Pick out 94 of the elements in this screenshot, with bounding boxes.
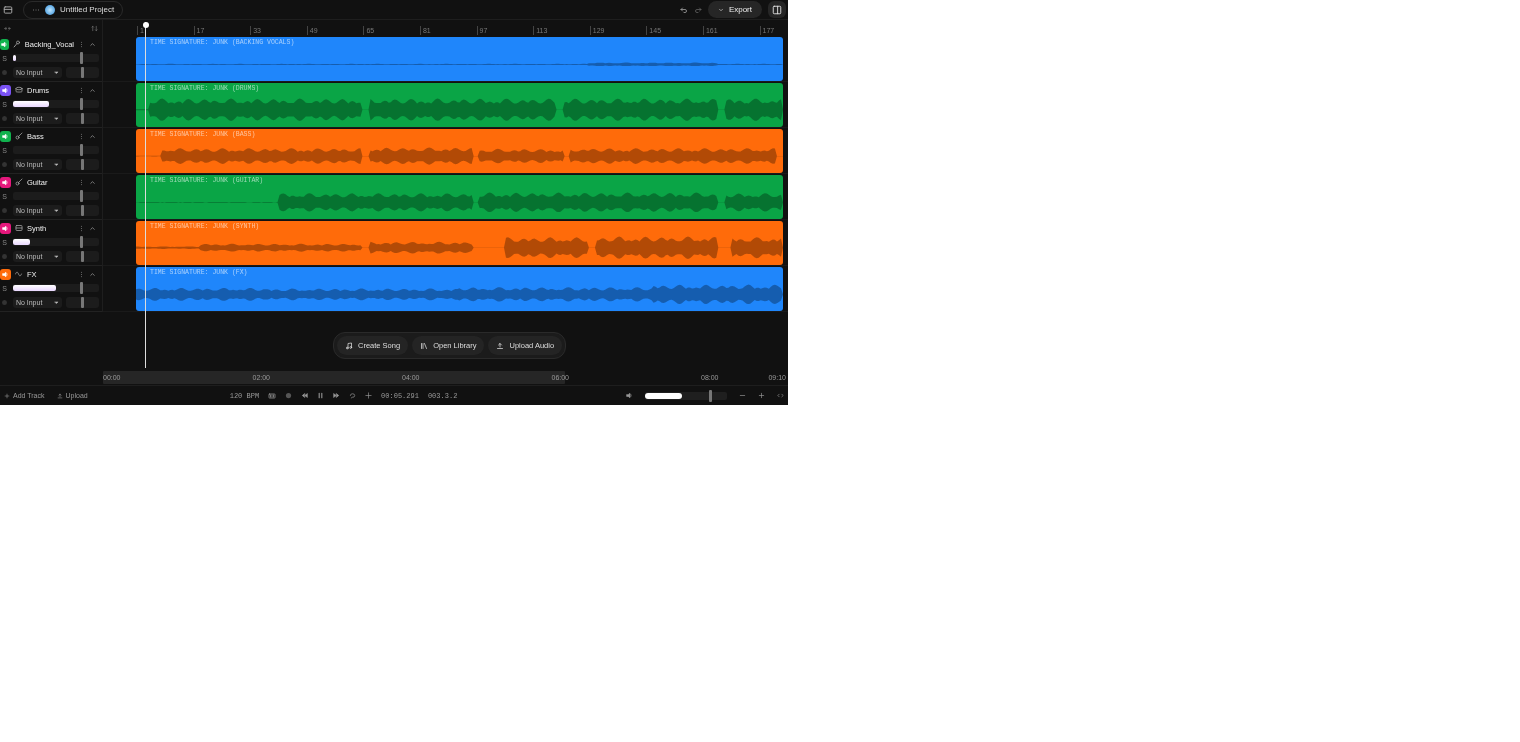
- slider-thumb[interactable]: [708, 389, 712, 402]
- chevron-up-icon[interactable]: [89, 178, 96, 186]
- pan-slider[interactable]: [65, 112, 99, 124]
- record-dot-icon[interactable]: [2, 161, 7, 167]
- caret-icon: [53, 161, 59, 167]
- slider-thumb[interactable]: [79, 236, 83, 248]
- crosshair-icon[interactable]: [365, 392, 373, 399]
- keyboard-icon: [15, 224, 23, 232]
- volume-slider[interactable]: [13, 100, 99, 108]
- guitar-icon: [15, 178, 23, 186]
- chevron-up-icon[interactable]: [89, 270, 96, 278]
- guitar-icon: [15, 132, 23, 140]
- volume-slider[interactable]: [13, 146, 99, 154]
- chevron-down-icon: [717, 6, 724, 13]
- pan-thumb[interactable]: [81, 250, 85, 262]
- slider-thumb[interactable]: [79, 52, 83, 64]
- upload-icon: [496, 341, 505, 350]
- chevron-up-icon[interactable]: [89, 40, 96, 48]
- pan-thumb[interactable]: [81, 204, 85, 216]
- mute-button[interactable]: [0, 268, 11, 280]
- metronome-icon[interactable]: [268, 391, 277, 400]
- speaker-icon: [2, 270, 9, 278]
- speaker-icon: [2, 132, 9, 140]
- chevron-up-icon[interactable]: [89, 224, 96, 232]
- record-dot-icon[interactable]: [2, 69, 7, 75]
- caret-icon: [53, 299, 59, 305]
- mute-button[interactable]: [0, 38, 9, 50]
- pan-thumb[interactable]: [81, 112, 85, 124]
- panel-toggle-button[interactable]: [768, 1, 786, 18]
- caret-icon: [53, 253, 59, 259]
- record-dot-icon[interactable]: [2, 115, 7, 121]
- project-name: Untitled Project: [60, 5, 115, 14]
- volume-slider[interactable]: [13, 238, 99, 246]
- pan-slider[interactable]: [65, 66, 99, 78]
- volume-slider[interactable]: [13, 54, 99, 62]
- pan-thumb[interactable]: [81, 66, 85, 78]
- volume-slider[interactable]: [13, 192, 99, 200]
- upload-icon: [56, 392, 63, 399]
- undo-icon[interactable]: [679, 5, 688, 14]
- speaker-icon: [2, 224, 9, 232]
- panel-icon: [772, 4, 782, 15]
- slider-thumb[interactable]: [79, 144, 83, 156]
- collapse-icon[interactable]: [4, 24, 11, 32]
- slider-thumb[interactable]: [79, 190, 83, 202]
- rewind-icon[interactable]: [301, 392, 309, 399]
- project-avatar-icon: [45, 4, 55, 15]
- mute-button[interactable]: [0, 176, 11, 188]
- caret-icon: [53, 207, 59, 213]
- more-vertical-icon[interactable]: [78, 40, 85, 48]
- caret-icon: [53, 115, 59, 121]
- plus-icon: [4, 392, 10, 399]
- more-vertical-icon[interactable]: [78, 224, 85, 232]
- wave-icon: [15, 270, 23, 278]
- drum-icon: [15, 86, 23, 94]
- microphone-icon: [12, 40, 21, 48]
- pan-slider[interactable]: [65, 158, 99, 170]
- master-volume-slider[interactable]: [645, 391, 727, 400]
- record-dot-icon[interactable]: [2, 253, 7, 259]
- redo-icon[interactable]: [693, 5, 702, 14]
- pause-icon[interactable]: [317, 392, 325, 399]
- more-vertical-icon[interactable]: [78, 270, 85, 278]
- caret-icon: [53, 69, 59, 75]
- fast-forward-icon[interactable]: [333, 392, 341, 399]
- pan-thumb[interactable]: [81, 158, 85, 170]
- sidebar-icon[interactable]: [3, 4, 13, 15]
- speaker-icon: [2, 178, 9, 186]
- sort-icon[interactable]: [91, 24, 98, 32]
- loop-icon[interactable]: [349, 392, 357, 399]
- more-vertical-icon[interactable]: [78, 86, 85, 94]
- pan-slider[interactable]: [65, 296, 99, 308]
- chevron-up-icon[interactable]: [89, 132, 96, 140]
- more-vertical-icon[interactable]: [78, 178, 85, 186]
- record-dot-icon[interactable]: [2, 299, 7, 305]
- record-icon[interactable]: [285, 392, 293, 399]
- export-button[interactable]: Export: [707, 1, 762, 18]
- pan-thumb[interactable]: [81, 296, 85, 308]
- volume-slider[interactable]: [13, 284, 99, 292]
- mute-button[interactable]: [0, 130, 11, 142]
- slider-thumb[interactable]: [79, 98, 83, 110]
- library-icon: [420, 341, 429, 350]
- slider-thumb[interactable]: [79, 282, 83, 294]
- record-dot-icon[interactable]: [2, 207, 7, 213]
- pan-slider[interactable]: [65, 204, 99, 216]
- chevron-up-icon[interactable]: [89, 86, 96, 94]
- music-note-icon: [345, 341, 353, 350]
- more-vertical-icon[interactable]: [78, 132, 85, 140]
- volume-icon[interactable]: [626, 392, 633, 399]
- mute-button[interactable]: [0, 84, 11, 96]
- speaker-icon: [2, 86, 9, 94]
- speaker-icon: [0, 40, 8, 48]
- zoom-in-icon[interactable]: [758, 392, 765, 399]
- mute-button[interactable]: [0, 222, 11, 234]
- zoom-out-icon[interactable]: [739, 392, 746, 399]
- pan-slider[interactable]: [65, 250, 99, 262]
